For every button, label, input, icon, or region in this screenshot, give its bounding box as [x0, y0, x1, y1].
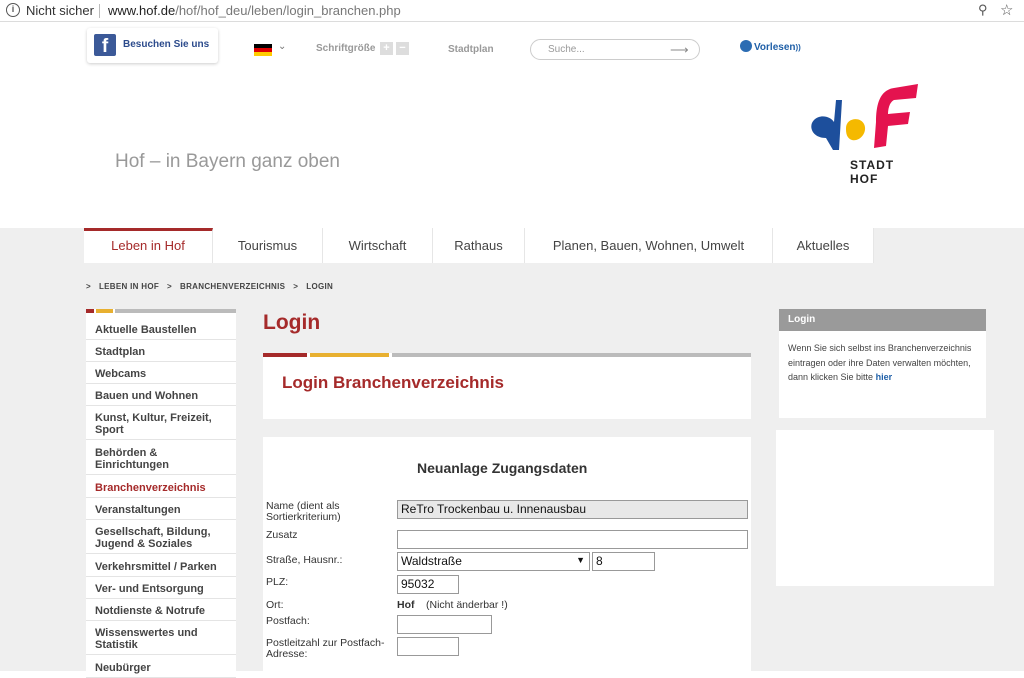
- breadcrumb-separator: >: [86, 282, 91, 291]
- sidebar-item-behoerden[interactable]: Behörden & Einrichtungen: [86, 444, 236, 475]
- nav-aktuelles[interactable]: Aktuelles: [773, 228, 874, 263]
- form-heading: Neuanlage Zugangsdaten: [417, 460, 588, 476]
- facebook-label: Besuchen Sie uns: [123, 39, 210, 50]
- search-placeholder: Suche...: [548, 44, 585, 55]
- nav-leben-in-hof[interactable]: Leben in Hof: [84, 228, 213, 263]
- search-input[interactable]: Suche... ⟶: [530, 39, 700, 60]
- sidebar-item-branchenverzeichnis[interactable]: Branchenverzeichnis: [86, 479, 236, 498]
- address-bar[interactable]: i Nicht sicher www.hof.de/hof/hof_deu/le…: [0, 0, 1024, 22]
- sidebar-item-webcams[interactable]: Webcams: [86, 365, 236, 384]
- plz-label: PLZ:: [266, 576, 289, 588]
- speaker-icon: [740, 40, 752, 52]
- nav-rathaus[interactable]: Rathaus: [433, 228, 525, 263]
- breadcrumb-branchen[interactable]: BRANCHENVERZEICHNIS: [180, 282, 285, 291]
- sidebar-item-gesellschaft[interactable]: Gesellschaft, Bildung, Jugend & Soziales: [86, 523, 236, 554]
- zusatz-label: Zusatz: [266, 529, 298, 541]
- divider: [99, 4, 100, 18]
- panel-title: Login Branchenverzeichnis: [282, 373, 504, 392]
- info-icon[interactable]: i: [6, 3, 20, 17]
- panel-color-bars: [263, 353, 751, 357]
- pin-icon[interactable]: ⚲: [978, 2, 988, 18]
- breadcrumb-separator: >: [293, 282, 299, 291]
- vorlesen-label: Vorlesen: [754, 42, 796, 53]
- sidebar-color-bars: [86, 309, 236, 313]
- logo-text: STADT HOF: [850, 158, 895, 186]
- bookmark-star-icon[interactable]: ☆: [1000, 1, 1013, 19]
- sidebar-item-kunst-kultur[interactable]: Kunst, Kultur, Freizeit, Sport: [86, 409, 236, 440]
- dropdown-arrow-icon: ▼: [576, 555, 585, 565]
- right-placeholder-box: [776, 430, 994, 586]
- stadtplan-link[interactable]: Stadtplan: [448, 44, 494, 55]
- hausnr-field[interactable]: 8: [592, 552, 655, 571]
- sidebar-item-bauen-wohnen[interactable]: Bauen und Wohnen: [86, 387, 236, 406]
- sidebar: Aktuelle Baustellen Stadtplan Webcams Ba…: [86, 309, 236, 678]
- stadt-hof-logo[interactable]: STADT HOF: [806, 80, 926, 186]
- postfach-plz-field[interactable]: [397, 637, 459, 656]
- sidebar-item-neubuerger[interactable]: Neubürger: [86, 659, 236, 678]
- plz-field[interactable]: 95032: [397, 575, 459, 594]
- nav-planen-bauen[interactable]: Planen, Bauen, Wohnen, Umwelt: [525, 228, 773, 263]
- ort-label: Ort:: [266, 599, 284, 611]
- login-info-box: Login Wenn Sie sich selbst ins Branchenv…: [779, 309, 986, 418]
- facebook-button[interactable]: f Besuchen Sie uns: [87, 28, 218, 63]
- name-label: Name (dient als Sortierkriterium): [266, 500, 341, 523]
- german-flag-icon[interactable]: [254, 44, 272, 56]
- sidebar-item-veranstaltungen[interactable]: Veranstaltungen: [86, 501, 236, 520]
- hof-logo-icon: [811, 84, 918, 150]
- chevron-down-icon[interactable]: ⌄: [278, 41, 286, 52]
- security-status[interactable]: Nicht sicher: [26, 3, 94, 18]
- main-navigation: Leben in Hof Tourismus Wirtschaft Rathau…: [84, 228, 874, 263]
- strasse-label: Straße, Hausnr.:: [266, 554, 343, 566]
- ort-note: (Nicht änderbar !): [426, 599, 508, 611]
- font-decrease-button[interactable]: −: [396, 42, 409, 55]
- zusatz-field[interactable]: [397, 530, 748, 549]
- tagline: Hof – in Bayern ganz oben: [115, 151, 340, 172]
- vorlesen-link[interactable]: Vorlesen)): [740, 40, 801, 53]
- ort-value: Hof: [397, 599, 415, 611]
- name-field[interactable]: ReTro Trockenbau u. Innenausbau: [397, 500, 748, 519]
- font-increase-button[interactable]: +: [380, 42, 393, 55]
- breadcrumb-separator: >: [167, 282, 173, 291]
- nav-tourismus[interactable]: Tourismus: [213, 228, 323, 263]
- login-panel: Login Branchenverzeichnis: [263, 353, 751, 419]
- breadcrumb-leben[interactable]: LEBEN IN HOF: [99, 282, 159, 291]
- sidebar-item-verkehrsmittel[interactable]: Verkehrsmittel / Parken: [86, 558, 236, 577]
- sidebar-item-stadtplan[interactable]: Stadtplan: [86, 343, 236, 362]
- arrow-right-icon[interactable]: ⟶: [670, 42, 689, 58]
- sidebar-item-entsorgung[interactable]: Ver- und Entsorgung: [86, 580, 236, 599]
- url-text[interactable]: www.hof.de/hof/hof_deu/leben/login_branc…: [108, 3, 401, 18]
- sidebar-item-wissenswertes[interactable]: Wissenswertes und Statistik: [86, 624, 236, 655]
- breadcrumb: > LEBEN IN HOF > BRANCHENVERZEICHNIS > LOGIN: [86, 282, 341, 291]
- info-box-text: Wenn Sie sich selbst ins Branchenverzeic…: [788, 341, 978, 385]
- postfach-label: Postfach:: [266, 615, 310, 627]
- font-size-label: Schriftgröße: [316, 43, 376, 54]
- breadcrumb-login[interactable]: LOGIN: [306, 282, 333, 291]
- strasse-select[interactable]: Waldstraße ▼: [397, 552, 590, 571]
- info-box-title: Login: [779, 309, 986, 331]
- sidebar-item-aktuelle-baustellen[interactable]: Aktuelle Baustellen: [86, 321, 236, 340]
- postfach-plz-label: Postleitzahl zur Postfach-Adresse:: [266, 637, 385, 660]
- sidebar-item-notdienste[interactable]: Notdienste & Notrufe: [86, 602, 236, 621]
- registration-form: Neuanlage Zugangsdaten Name (dient als S…: [263, 437, 751, 671]
- postfach-field[interactable]: [397, 615, 492, 634]
- strasse-value: Waldstraße: [401, 554, 462, 568]
- page-title: Login: [263, 311, 321, 334]
- facebook-icon: f: [94, 34, 116, 57]
- hier-link[interactable]: hier: [876, 372, 893, 382]
- nav-wirtschaft[interactable]: Wirtschaft: [323, 228, 433, 263]
